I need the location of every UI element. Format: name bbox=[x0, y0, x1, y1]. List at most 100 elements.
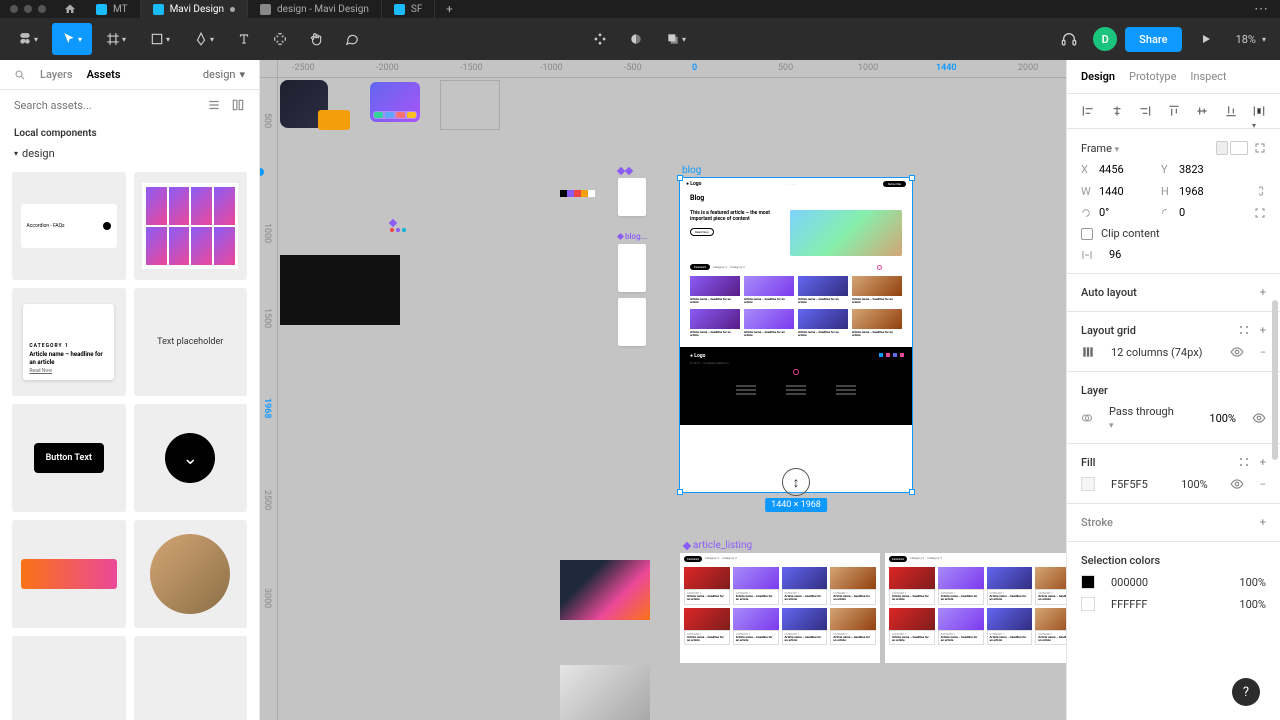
new-tab-button[interactable]: + bbox=[435, 0, 463, 18]
grid-visibility-button[interactable] bbox=[1230, 345, 1244, 359]
boolean-button[interactable]: ▾ bbox=[656, 23, 696, 55]
file-tab[interactable]: design - Mavi Design bbox=[248, 0, 382, 18]
canvas-color-swatches[interactable] bbox=[560, 190, 595, 197]
resize-to-fit-button[interactable] bbox=[1254, 142, 1266, 154]
zoom-dropdown[interactable]: 18%▾ bbox=[1230, 33, 1272, 46]
w-input[interactable] bbox=[1099, 185, 1145, 198]
x-input[interactable] bbox=[1099, 163, 1145, 176]
asset-item[interactable] bbox=[134, 636, 248, 720]
file-tab[interactable]: Mavi Design bbox=[141, 0, 248, 18]
file-tab[interactable]: SF bbox=[382, 0, 435, 18]
corner-radius-input[interactable] bbox=[1179, 206, 1225, 219]
move-tool[interactable]: ▾ bbox=[52, 23, 92, 55]
spacing-input[interactable] bbox=[1109, 248, 1149, 261]
h-input[interactable] bbox=[1179, 185, 1225, 198]
component-marker[interactable] bbox=[618, 168, 632, 174]
grid-description[interactable]: 12 columns (74px) bbox=[1111, 346, 1214, 359]
color-opacity[interactable]: 100% bbox=[1239, 598, 1266, 611]
canvas-mini-card[interactable] bbox=[618, 244, 646, 292]
fill-swatch[interactable] bbox=[1081, 477, 1095, 491]
asset-item[interactable] bbox=[12, 636, 126, 720]
library-button[interactable] bbox=[231, 98, 245, 112]
assets-tab[interactable]: Assets bbox=[87, 68, 121, 81]
traffic-close[interactable] bbox=[10, 5, 18, 13]
layer-opacity-input[interactable] bbox=[1196, 412, 1236, 425]
fill-visibility-button[interactable] bbox=[1230, 477, 1244, 491]
grid-style-button[interactable] bbox=[1238, 324, 1250, 337]
component-marker[interactable] bbox=[390, 220, 396, 226]
traffic-min[interactable] bbox=[24, 5, 32, 13]
frame-label[interactable]: blog bbox=[682, 165, 701, 176]
asset-article-card[interactable]: CATEGORY 1Article name – headline for an… bbox=[12, 288, 126, 396]
canvas-empty-frame[interactable] bbox=[440, 80, 500, 130]
color-opacity[interactable]: 100% bbox=[1239, 576, 1266, 589]
align-bottom-icon[interactable] bbox=[1224, 104, 1238, 118]
present-button[interactable] bbox=[1190, 23, 1222, 55]
audio-button[interactable] bbox=[1053, 23, 1085, 55]
canvas[interactable]: -2500 -2000 -1500 -1000 -500 0 500 1000 … bbox=[260, 60, 1066, 720]
user-avatar[interactable]: D bbox=[1093, 27, 1117, 51]
y-input[interactable] bbox=[1179, 163, 1225, 176]
align-top-icon[interactable] bbox=[1167, 104, 1181, 118]
color-swatch[interactable] bbox=[1081, 575, 1095, 589]
asset-arrow-circle[interactable]: ⌄ bbox=[134, 404, 248, 512]
canvas-mini-card[interactable] bbox=[618, 298, 646, 346]
assets-search-input[interactable] bbox=[14, 99, 197, 112]
align-right-icon[interactable] bbox=[1138, 104, 1152, 118]
align-hcenter-icon[interactable] bbox=[1110, 104, 1124, 118]
selection-handle[interactable] bbox=[677, 175, 683, 181]
page-selector[interactable]: design ▾ bbox=[203, 68, 245, 81]
window-menu-button[interactable]: ⋯ bbox=[1244, 1, 1280, 17]
canvas-laptop-image[interactable] bbox=[560, 560, 650, 620]
components-button[interactable] bbox=[584, 23, 616, 55]
distribute-icon[interactable]: ▾ bbox=[1252, 104, 1266, 118]
blog-frame[interactable]: 1440 × 1968 ● Logo· · · · ·Subscribe Blo… bbox=[680, 178, 912, 492]
shape-tool[interactable]: ▾ bbox=[140, 23, 180, 55]
main-menu-button[interactable]: ▾ bbox=[8, 23, 48, 55]
asset-tree-item[interactable]: ▾design bbox=[0, 143, 259, 164]
canvas-meeting-image[interactable] bbox=[560, 665, 650, 720]
rotation-input[interactable] bbox=[1099, 206, 1145, 219]
share-button[interactable]: Share bbox=[1125, 27, 1181, 52]
canvas-dots[interactable] bbox=[390, 228, 406, 232]
clip-content-row[interactable]: Clip content bbox=[1067, 223, 1280, 244]
align-vcenter-icon[interactable] bbox=[1195, 104, 1209, 118]
asset-grid-thumbs[interactable] bbox=[134, 172, 248, 280]
selection-handle[interactable] bbox=[909, 175, 915, 181]
scrollbar[interactable] bbox=[1272, 300, 1278, 460]
frame-tool[interactable]: ▾ bbox=[96, 23, 136, 55]
add-autolayout-button[interactable]: + bbox=[1260, 286, 1266, 299]
layers-tab[interactable]: Layers bbox=[40, 68, 73, 81]
asset-accordion[interactable]: Accordion - FAQs bbox=[12, 172, 126, 280]
text-tool[interactable] bbox=[228, 23, 260, 55]
article-listing-frame[interactable]: FeaturedCategory 2Category 3 CATEGORY 1A… bbox=[680, 553, 880, 663]
asset-button[interactable]: Button Text bbox=[12, 404, 126, 512]
canvas-mini-card[interactable] bbox=[618, 178, 646, 216]
fill-opacity[interactable]: 100% bbox=[1181, 478, 1208, 491]
component-label[interactable]: blog... bbox=[618, 232, 647, 241]
color-hex[interactable]: FFFFFF bbox=[1111, 598, 1223, 611]
checkbox[interactable] bbox=[1081, 228, 1093, 240]
hand-tool[interactable] bbox=[300, 23, 332, 55]
color-hex[interactable]: 000000 bbox=[1111, 576, 1223, 589]
fill-style-button[interactable] bbox=[1238, 456, 1250, 469]
remove-grid-button[interactable]: − bbox=[1260, 346, 1266, 359]
traffic-max[interactable] bbox=[38, 5, 46, 13]
asset-gradient-banner[interactable] bbox=[12, 520, 126, 628]
file-tab[interactable]: MT bbox=[84, 0, 141, 18]
pen-tool[interactable]: ▾ bbox=[184, 23, 224, 55]
add-stroke-button[interactable]: + bbox=[1260, 516, 1266, 529]
blend-mode-dropdown[interactable]: Pass through ▾ bbox=[1109, 405, 1180, 431]
constrain-proportions-button[interactable] bbox=[1256, 184, 1266, 198]
asset-avatar-photo[interactable] bbox=[134, 520, 248, 628]
home-button[interactable] bbox=[56, 0, 84, 18]
inspect-tab[interactable]: Inspect bbox=[1190, 60, 1226, 93]
resources-tool[interactable] bbox=[264, 23, 296, 55]
design-tab[interactable]: Design bbox=[1081, 60, 1115, 93]
article-listing-frame-variant[interactable]: FeaturedCategory 2Category 3 CATEGORY 1A… bbox=[885, 553, 1066, 663]
frame-orientation[interactable] bbox=[1216, 141, 1248, 155]
comment-tool[interactable] bbox=[336, 23, 368, 55]
selection-handle[interactable] bbox=[677, 489, 683, 495]
independent-corners-button[interactable] bbox=[1254, 207, 1266, 219]
help-button[interactable]: ? bbox=[1232, 678, 1260, 706]
